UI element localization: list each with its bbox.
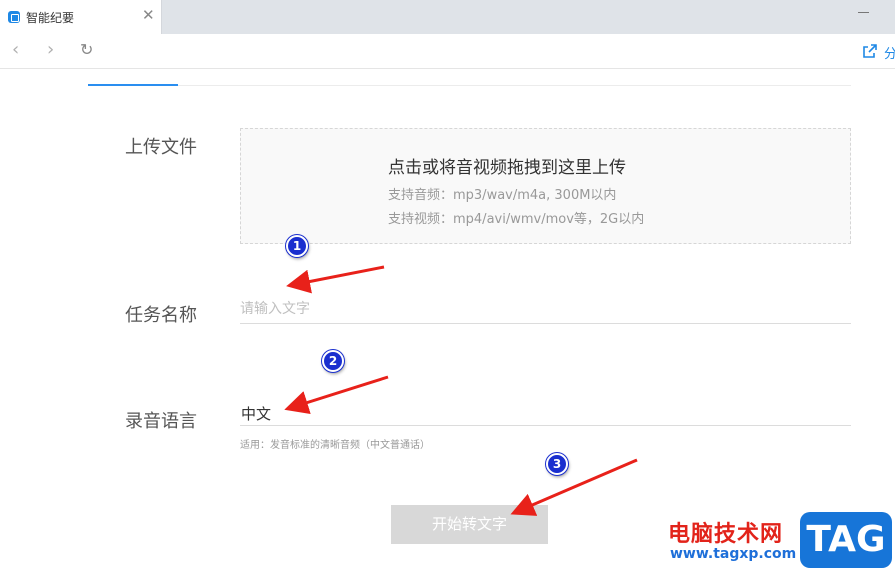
back-icon[interactable]: ‹ <box>12 40 19 60</box>
task-name-underline <box>240 323 851 324</box>
upload-label: 上传文件 <box>125 137 197 158</box>
share-icon[interactable] <box>862 43 878 59</box>
browser-nav-bar: ‹ › ↻ 分 <box>0 34 895 69</box>
language-hint: 适用：发音标准的清晰音频（中文普通话） <box>240 440 430 451</box>
app-icon <box>8 11 20 23</box>
language-underline <box>240 425 851 426</box>
start-transcribe-button[interactable]: 开始转文字 <box>391 505 548 544</box>
upload-title: 点击或将音视频拖拽到这里上传 <box>388 158 626 178</box>
minimize-icon[interactable] <box>857 3 871 17</box>
share-label[interactable]: 分 <box>884 43 895 62</box>
upload-audio-hint: 支持音频：mp3/wav/m4a, 300M以内 <box>388 188 617 203</box>
tabs-divider <box>88 85 851 86</box>
arrow-2 <box>284 375 389 415</box>
browser-tab[interactable]: 智能纪要 ✕ <box>0 0 162 34</box>
refresh-icon[interactable]: ↻ <box>80 40 93 60</box>
watermark-logo: TAG <box>800 512 892 568</box>
upload-video-hint: 支持视频：mp4/avi/wmv/mov等，2G以内 <box>388 212 645 227</box>
arrow-1 <box>286 265 385 294</box>
task-name-input[interactable] <box>240 296 851 322</box>
step-badge-3: 3 <box>546 453 568 475</box>
step-badge-2: 2 <box>322 350 344 372</box>
watermark-text: 电脑技术网 <box>668 522 784 547</box>
language-select[interactable]: 中文 <box>241 403 271 424</box>
forward-icon[interactable]: › <box>47 40 54 60</box>
browser-tab-bar: 智能纪要 ✕ <box>0 0 895 34</box>
language-label: 录音语言 <box>125 411 197 432</box>
upload-dropzone[interactable]: 点击或将音视频拖拽到这里上传 支持音频：mp3/wav/m4a, 300M以内 … <box>240 128 851 244</box>
watermark-url: www.tagxp.com <box>670 546 797 562</box>
close-icon[interactable]: ✕ <box>142 6 155 24</box>
active-tab-indicator <box>88 84 178 86</box>
tab-title: 智能纪要 <box>26 11 75 25</box>
task-name-label: 任务名称 <box>125 305 197 326</box>
step-badge-1: 1 <box>286 235 308 257</box>
